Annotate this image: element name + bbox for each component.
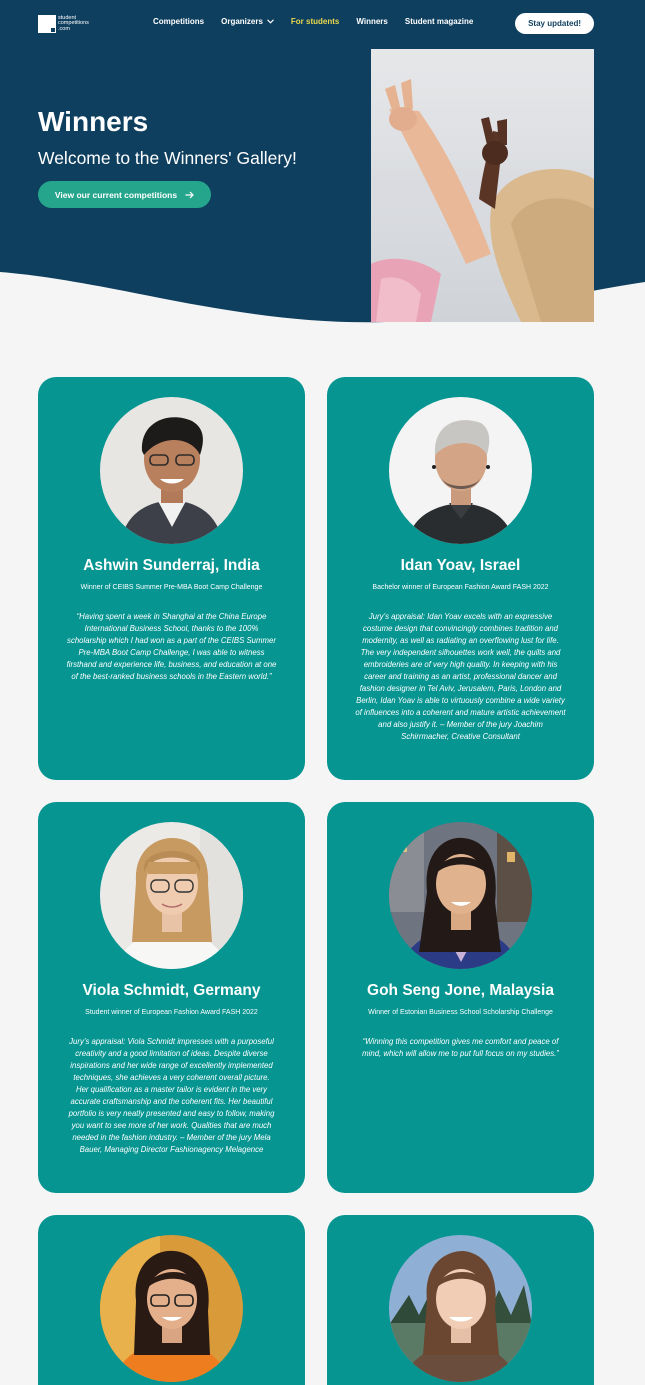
chevron-down-icon (267, 19, 274, 24)
view-competitions-button[interactable]: View our current competitions (38, 181, 211, 208)
avatar (100, 397, 243, 544)
nav-label: Competitions (153, 17, 205, 26)
winner-award: Student winner of European Fashion Award… (85, 1009, 258, 1016)
winner-name: Idan Yoav, Israel (400, 557, 521, 574)
arrow-right-icon (185, 191, 194, 198)
nav-item-for-students[interactable]: For students (291, 17, 339, 26)
hero-photo (371, 49, 594, 322)
nav-item-organizers[interactable]: Organizers (221, 17, 274, 26)
winner-card: Viola Schmidt, Germany Student winner of… (38, 802, 305, 1193)
logo-line: .com (58, 25, 70, 32)
winner-award: Bachelor winner of European Fashion Awar… (372, 584, 549, 591)
avatar (100, 822, 243, 969)
avatar (100, 1235, 243, 1382)
winner-quote: “Winning this competition gives me comfo… (362, 1037, 559, 1058)
site-logo[interactable]: student competitions .com (38, 14, 89, 34)
winner-name: Ashwin Sunderraj, India (83, 557, 260, 574)
nav-links: Competitions Organizers For students Win… (153, 17, 473, 26)
top-navigation: student competitions .com Competitions O… (38, 13, 594, 35)
avatar (389, 822, 532, 969)
winner-quote: “Having spent a week in Shanghai at the … (66, 612, 277, 681)
nav-label: Student magazine (404, 17, 474, 26)
winner-name: Goh Seng Jone, Malaysia (367, 982, 554, 999)
nav-item-winners[interactable]: Winners (356, 17, 388, 26)
winner-quote: Jury’s appraisal: Idan Yoav excels with … (355, 612, 566, 741)
nav-item-competitions[interactable]: Competitions (153, 17, 204, 26)
hero-section: student competitions .com Competitions O… (0, 0, 645, 330)
avatar (389, 397, 532, 544)
winner-card: Goh Seng Jone, Malaysia Winner of Estoni… (327, 802, 594, 1193)
stay-updated-button[interactable]: Stay updated! (515, 13, 594, 34)
winner-card: Ashwin Sunderraj, India Winner of CEIBS … (38, 377, 305, 780)
cta-label: View our current competitions (54, 189, 178, 200)
nav-label: Organizers (221, 17, 263, 26)
winner-card (327, 1215, 594, 1385)
winner-card (38, 1215, 305, 1385)
winner-award: Winner of CEIBS Summer Pre-MBA Boot Camp… (80, 584, 263, 591)
logo-text: student competitions .com (58, 15, 89, 33)
avatar (389, 1235, 532, 1382)
winner-name: Viola Schmidt, Germany (82, 982, 261, 999)
winner-card: Idan Yoav, Israel Bachelor winner of Eur… (327, 377, 594, 780)
nav-label: Winners (356, 17, 388, 26)
page-title: Winners (38, 106, 149, 137)
winner-award: Winner of Estonian Business School Schol… (368, 1009, 553, 1016)
winner-quote: Jury’s appraisal: Viola Schmidt impresse… (68, 1037, 275, 1154)
nav-item-student-magazine[interactable]: Student magazine (405, 17, 473, 26)
page-subtitle: Welcome to the Winners' Gallery! (38, 148, 297, 168)
nav-label: For students (290, 17, 340, 26)
logo-mark (38, 15, 56, 33)
